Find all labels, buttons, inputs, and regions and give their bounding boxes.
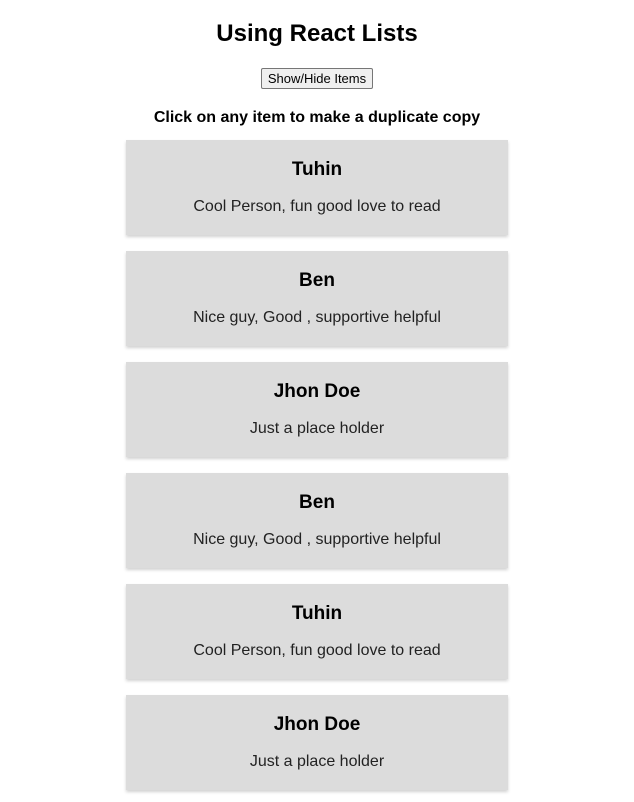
- item-description: Nice guy, Good , supportive helpful: [193, 309, 441, 326]
- item-name: Jhon Doe: [273, 381, 361, 402]
- item-description: Cool Person, fun good love to read: [193, 642, 441, 659]
- item-name: Ben: [299, 492, 335, 513]
- instructions-text: Click on any item to make a duplicate co…: [153, 109, 481, 126]
- item-name: Tuhin: [291, 603, 343, 624]
- app-root: Using React Lists Show/Hide Items Click …: [0, 0, 634, 790]
- show-hide-items-button[interactable]: Show/Hide Items: [260, 68, 374, 89]
- toggle-container: Show/Hide Items: [0, 68, 634, 90]
- item-list: Tuhin Cool Person, fun good love to read…: [0, 140, 634, 790]
- list-item[interactable]: Jhon Doe Just a place holder: [126, 695, 508, 790]
- list-item[interactable]: Ben Nice guy, Good , supportive helpful: [126, 473, 508, 568]
- item-description: Cool Person, fun good love to read: [193, 198, 441, 215]
- item-description: Just a place holder: [249, 753, 385, 770]
- item-name: Jhon Doe: [273, 714, 361, 735]
- item-description: Nice guy, Good , supportive helpful: [193, 531, 441, 548]
- list-item[interactable]: Ben Nice guy, Good , supportive helpful: [126, 251, 508, 346]
- list-item[interactable]: Jhon Doe Just a place holder: [126, 362, 508, 457]
- list-item[interactable]: Tuhin Cool Person, fun good love to read: [126, 140, 508, 235]
- item-description: Just a place holder: [249, 420, 385, 437]
- list-item[interactable]: Tuhin Cool Person, fun good love to read: [126, 584, 508, 679]
- item-name: Tuhin: [291, 159, 343, 180]
- item-name: Ben: [299, 270, 335, 291]
- page-title: Using React Lists: [216, 20, 418, 47]
